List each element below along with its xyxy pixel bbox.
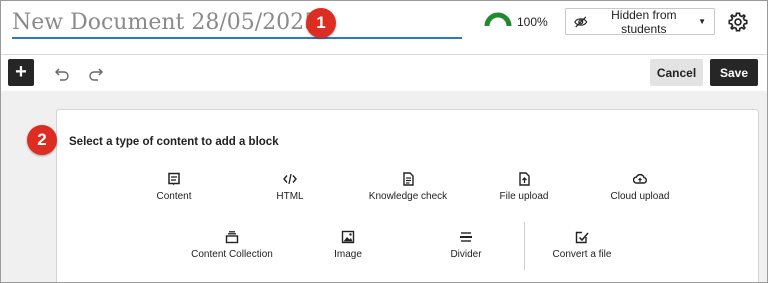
html-code-icon — [283, 173, 297, 185]
knowledge-check-icon — [403, 172, 414, 186]
redo-icon[interactable] — [88, 65, 104, 81]
option-label: Content — [156, 191, 192, 202]
progress-percent: 100% — [517, 15, 548, 29]
row-separator — [524, 222, 525, 270]
progress-gauge-icon — [484, 12, 512, 27]
option-image[interactable]: Image — [293, 230, 403, 260]
panel-heading: Select a type of content to add a block — [69, 136, 279, 148]
undo-icon[interactable] — [54, 65, 70, 81]
option-file-upload[interactable]: File upload — [469, 172, 579, 202]
settings-gear-icon[interactable] — [727, 11, 749, 33]
option-label: Convert a file — [552, 249, 612, 260]
option-label: File upload — [499, 191, 549, 202]
cancel-button[interactable]: Cancel — [650, 59, 703, 86]
option-knowledge-check[interactable]: Knowledge check — [353, 172, 463, 202]
cloud-upload-icon — [633, 173, 647, 184]
file-upload-icon — [519, 172, 530, 186]
content-collection-icon — [225, 231, 239, 244]
option-content-collection[interactable]: Content Collection — [177, 230, 287, 260]
hidden-eye-icon — [574, 16, 588, 27]
image-icon — [341, 230, 355, 244]
content-icon — [168, 172, 180, 186]
content-type-panel: Select a type of content to add a block … — [56, 109, 759, 282]
callout-badge-1: 1 — [306, 8, 336, 38]
option-cloud-upload[interactable]: Cloud upload — [585, 172, 695, 202]
option-html[interactable]: HTML — [235, 172, 345, 202]
visibility-label: Hidden from students — [611, 7, 677, 36]
add-block-button[interactable]: + — [8, 59, 34, 86]
convert-file-icon — [575, 231, 589, 244]
option-label: HTML — [276, 191, 304, 202]
editor-canvas: Select a type of content to add a block … — [1, 91, 767, 282]
document-title-input[interactable] — [12, 9, 462, 39]
save-button[interactable]: Save — [710, 59, 758, 86]
option-label: Divider — [450, 249, 482, 260]
callout-badge-2: 2 — [27, 125, 57, 155]
option-convert-file[interactable]: Convert a file — [527, 230, 637, 260]
option-label: Cloud upload — [610, 191, 670, 202]
option-label: Knowledge check — [368, 191, 448, 202]
document-header: 1 100% Hidden from students ▼ — [1, 1, 767, 55]
option-content[interactable]: Content — [119, 172, 229, 202]
chevron-down-icon: ▼ — [698, 17, 706, 26]
option-divider[interactable]: Divider — [411, 230, 521, 260]
option-label: Content Collection — [191, 249, 273, 260]
app-window: 1 100% Hidden from students ▼ + — [0, 0, 768, 283]
option-label: Image — [334, 249, 362, 260]
divider-icon — [460, 232, 472, 242]
visibility-dropdown[interactable]: Hidden from students ▼ — [565, 7, 715, 36]
editor-toolbar: + Cancel Save — [1, 55, 767, 91]
